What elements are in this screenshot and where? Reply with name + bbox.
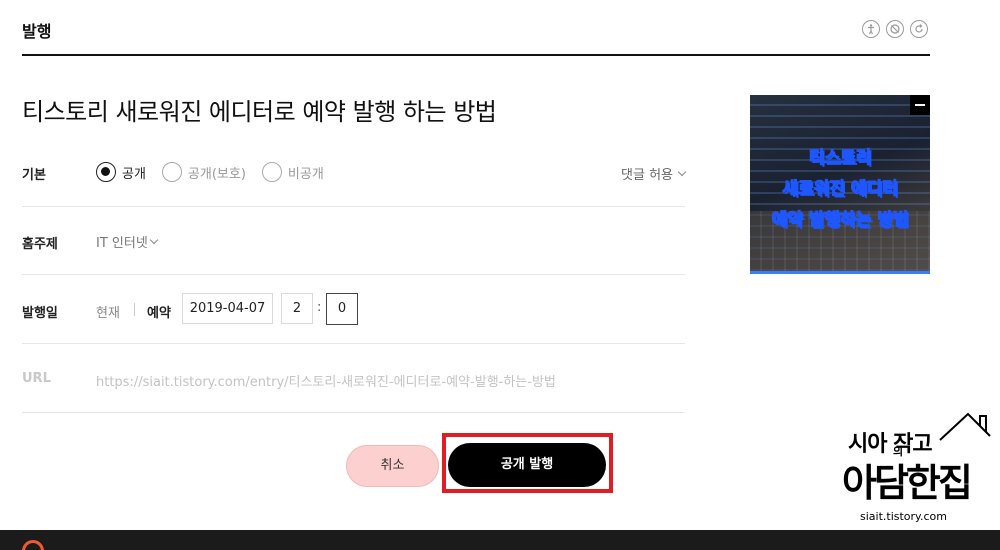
radio-unchecked-icon[interactable] xyxy=(161,162,182,182)
comment-permission-dropdown[interactable]: 댓글 허용 xyxy=(621,164,687,183)
home-topic-dropdown[interactable]: IT 인터넷 xyxy=(96,232,159,251)
thumbnail-line: 티스토리 xyxy=(808,148,872,169)
visibility-radio-group: 공개 공개(보호) 비공개 xyxy=(96,162,340,182)
option-divider xyxy=(134,303,135,316)
thumbnail-caption: 티스토리 새로워진 에디터 예약 발행하는 방법 xyxy=(750,143,930,236)
radio-protected[interactable]: 공개(보호) xyxy=(161,162,246,182)
header-icon-group xyxy=(862,20,928,38)
publish-reserve-option[interactable]: 예약 xyxy=(147,302,171,321)
chevron-down-icon xyxy=(149,235,159,244)
cancel-button[interactable]: 취소 xyxy=(346,445,439,487)
reserve-minute-input[interactable]: 0 xyxy=(326,293,358,325)
url-value: https://siait.tistory.com/entry/티스토리-새로워… xyxy=(96,375,556,390)
thumbnail-line: 예약 발행하는 방법 xyxy=(771,210,909,231)
comment-permission-label: 댓글 허용 xyxy=(621,168,673,183)
chevron-down-icon xyxy=(677,167,687,176)
url-row: URL https://siait.tistory.com/entry/티스토리… xyxy=(22,344,685,413)
no-ads-icon[interactable] xyxy=(886,20,904,38)
publish-button[interactable]: 공개 발행 xyxy=(448,443,606,487)
home-topic-row: 홈주제 IT 인터넷 xyxy=(22,207,685,275)
reserve-hour-input[interactable]: 2 xyxy=(281,293,313,324)
radio-checked-icon[interactable] xyxy=(96,162,116,182)
radio-public-label: 공개 xyxy=(122,166,146,182)
home-topic-value: IT 인터넷 xyxy=(96,236,148,251)
visibility-row: 기본 공개 공개(보호) 비공개 댓글 허용 xyxy=(22,140,687,207)
remove-thumbnail-button[interactable] xyxy=(910,95,930,115)
home-topic-label: 홈주제 xyxy=(22,237,58,252)
rotate-icon[interactable] xyxy=(910,20,928,38)
thumbnail-line: 새로워진 에디터 xyxy=(782,179,898,200)
publish-now-option[interactable]: 현재 xyxy=(96,302,120,321)
reserve-date-input[interactable]: 2019-04-07 xyxy=(182,293,273,324)
radio-public[interactable]: 공개 xyxy=(96,162,146,182)
watermark-url: siait.tistory.com xyxy=(860,510,947,523)
time-separator: : xyxy=(317,300,322,315)
visibility-label: 기본 xyxy=(22,168,46,183)
app-circle-icon[interactable] xyxy=(22,540,44,550)
radio-private-label: 비공개 xyxy=(287,166,324,182)
radio-protected-label: 공개(보호) xyxy=(187,166,246,182)
publish-date-row: 발행일 현재 예약 2019-04-07 2 : 0 xyxy=(22,275,685,344)
bottom-taskbar xyxy=(0,530,1000,550)
publish-date-label: 발행일 xyxy=(22,306,58,321)
radio-unchecked-icon[interactable] xyxy=(261,162,282,182)
thumbnail-image[interactable]: 티스토리 새로워진 에디터 예약 발행하는 방법 xyxy=(750,95,930,274)
dialog-title: 발행 xyxy=(22,22,52,41)
radio-private[interactable]: 비공개 xyxy=(261,162,324,182)
post-title: 티스토리 새로워진 에디터로 예약 발행 하는 방법 xyxy=(22,98,497,126)
url-label: URL xyxy=(22,371,51,386)
watermark-bottom-text: 아담한집 xyxy=(842,461,973,505)
accessibility-icon[interactable] xyxy=(862,20,880,38)
blog-watermark-logo: 시아 작고 의 아담한집 siait.tistory.com xyxy=(838,410,991,530)
publish-dialog-header: 발행 xyxy=(22,0,930,56)
